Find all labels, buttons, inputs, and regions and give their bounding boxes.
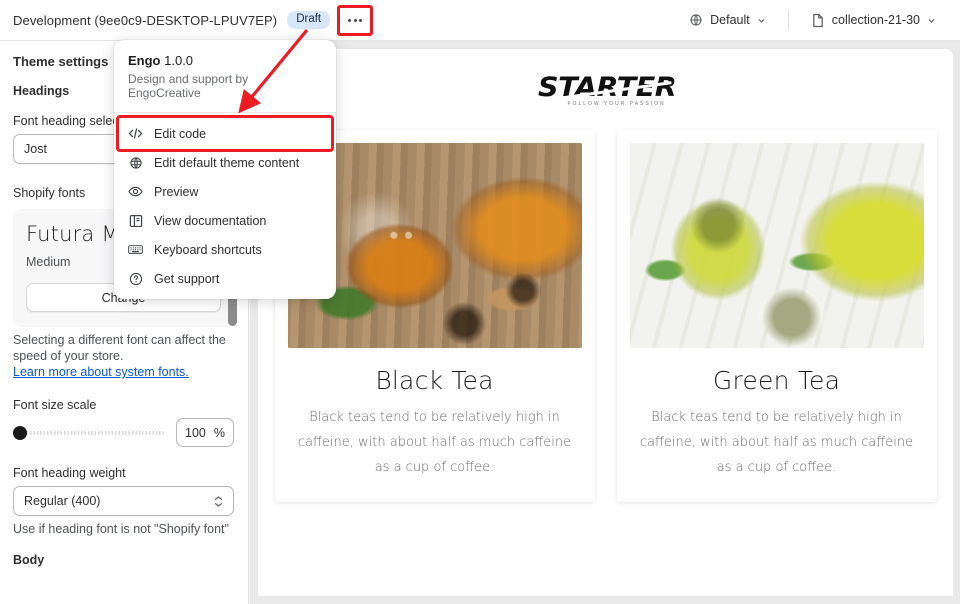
- page-selector[interactable]: collection-21-30: [801, 6, 946, 34]
- globe-icon: [690, 14, 702, 26]
- status-badge: Draft: [287, 11, 331, 29]
- product-card[interactable]: Green Tea Black teas tend to be relative…: [616, 130, 937, 502]
- menu-app-name: Engo: [128, 53, 161, 68]
- product-card-title: Black Tea: [375, 366, 494, 395]
- top-bar-left: Development (9ee0c9-DESKTOP-LPUV7EP) Dra…: [0, 4, 374, 36]
- chevron-down-icon: [758, 18, 765, 23]
- store-logo-wrap: STARTER FOLLOW YOUR PASSION: [258, 49, 953, 108]
- store-logo-tagline: FOLLOW YOUR PASSION: [567, 101, 666, 107]
- menu-item-label: Preview: [154, 184, 199, 199]
- chevron-down-icon: [928, 18, 935, 23]
- menu-item-view-documentation[interactable]: View documentation: [120, 206, 330, 235]
- menu-item-label: Edit default theme content: [154, 155, 300, 170]
- menu-item-preview[interactable]: Preview: [120, 177, 330, 206]
- globe-icon: [128, 155, 143, 170]
- font-size-scale-value: 100: [185, 425, 206, 440]
- section-heading-body: Body: [13, 553, 45, 567]
- app-root: Development (9ee0c9-DESKTOP-LPUV7EP) Dra…: [0, 0, 960, 604]
- storefront-preview[interactable]: STARTER FOLLOW YOUR PASSION Black Tea Bl…: [258, 49, 953, 596]
- font-size-scale-unit: %: [213, 425, 225, 440]
- system-fonts-link[interactable]: Learn more about system fonts.: [13, 365, 234, 379]
- menu-item-edit-code[interactable]: Edit code: [116, 115, 334, 152]
- product-card-description: Black teas tend to be relatively high in…: [297, 410, 572, 475]
- menu-item-list: Edit code Edit default theme content Pre…: [114, 113, 336, 293]
- ellipsis-icon: [348, 18, 363, 22]
- menu-header: Engo 1.0.0 Design and support by EngoCre…: [114, 40, 336, 112]
- locale-selector[interactable]: Default: [679, 6, 776, 34]
- menu-item-get-support[interactable]: Get support: [120, 264, 330, 293]
- menu-app-subtitle: Design and support by EngoCreative: [128, 72, 249, 100]
- menu-item-label: Get support: [154, 271, 220, 286]
- menu-item-label: View documentation: [154, 213, 267, 228]
- code-icon: [128, 126, 143, 141]
- product-card-list: Black Tea Black teas tend to be relative…: [258, 108, 953, 502]
- slider-track: [13, 430, 164, 435]
- menu-item-label: Keyboard shortcuts: [154, 242, 262, 257]
- theme-actions-menu[interactable]: Engo 1.0.0 Design and support by EngoCre…: [114, 40, 336, 299]
- store-logo: STARTER FOLLOW YOUR PASSION: [538, 74, 677, 108]
- question-circle-icon: [128, 271, 143, 286]
- menu-app-version: 1.0.0: [164, 53, 194, 68]
- menu-item-edit-default-theme-content[interactable]: Edit default theme content: [120, 148, 330, 177]
- font-size-scale-label: Font size scale: [13, 398, 97, 412]
- font-heading-weight-value: Regular (400): [24, 494, 101, 508]
- font-heading-weight-select[interactable]: Regular (400): [13, 486, 234, 516]
- font-size-scale-row: 100 %: [13, 418, 234, 447]
- chevron-updown-icon: [214, 495, 223, 507]
- font-size-scale-slider[interactable]: [13, 425, 164, 440]
- more-actions-button[interactable]: [337, 4, 374, 36]
- toolbar-divider: [787, 10, 789, 30]
- page-icon: [812, 13, 823, 27]
- menu-item-keyboard-shortcuts[interactable]: Keyboard shortcuts: [120, 235, 330, 264]
- page-selector-label: collection-21-30: [831, 13, 920, 27]
- font-help-text: Selecting a different font can affect th…: [13, 333, 226, 363]
- menu-item-label: Edit code: [154, 126, 207, 141]
- locale-selector-label: Default: [710, 13, 750, 27]
- top-bar: Development (9ee0c9-DESKTOP-LPUV7EP) Dra…: [0, 0, 960, 41]
- top-bar-right: Default collection-21-30: [679, 0, 960, 40]
- menu-app-title: Engo 1.0.0: [128, 53, 322, 68]
- slider-knob[interactable]: [13, 425, 27, 440]
- font-heading-weight-help: Use if heading font is not "Shopify font…: [13, 522, 229, 536]
- eye-icon: [128, 184, 143, 199]
- font-heading-weight-label: Font heading weight: [13, 466, 126, 480]
- green-tea-photo: [629, 143, 924, 348]
- book-icon: [128, 213, 143, 228]
- font-size-scale-input[interactable]: 100 %: [176, 418, 234, 447]
- product-card-description: Black teas tend to be relatively high in…: [639, 410, 914, 475]
- theme-name-label: Development (9ee0c9-DESKTOP-LPUV7EP): [13, 12, 278, 28]
- preview-canvas: STARTER FOLLOW YOUR PASSION Black Tea Bl…: [250, 41, 960, 604]
- keyboard-icon: [128, 242, 143, 257]
- product-card-title: Green Tea: [712, 366, 841, 395]
